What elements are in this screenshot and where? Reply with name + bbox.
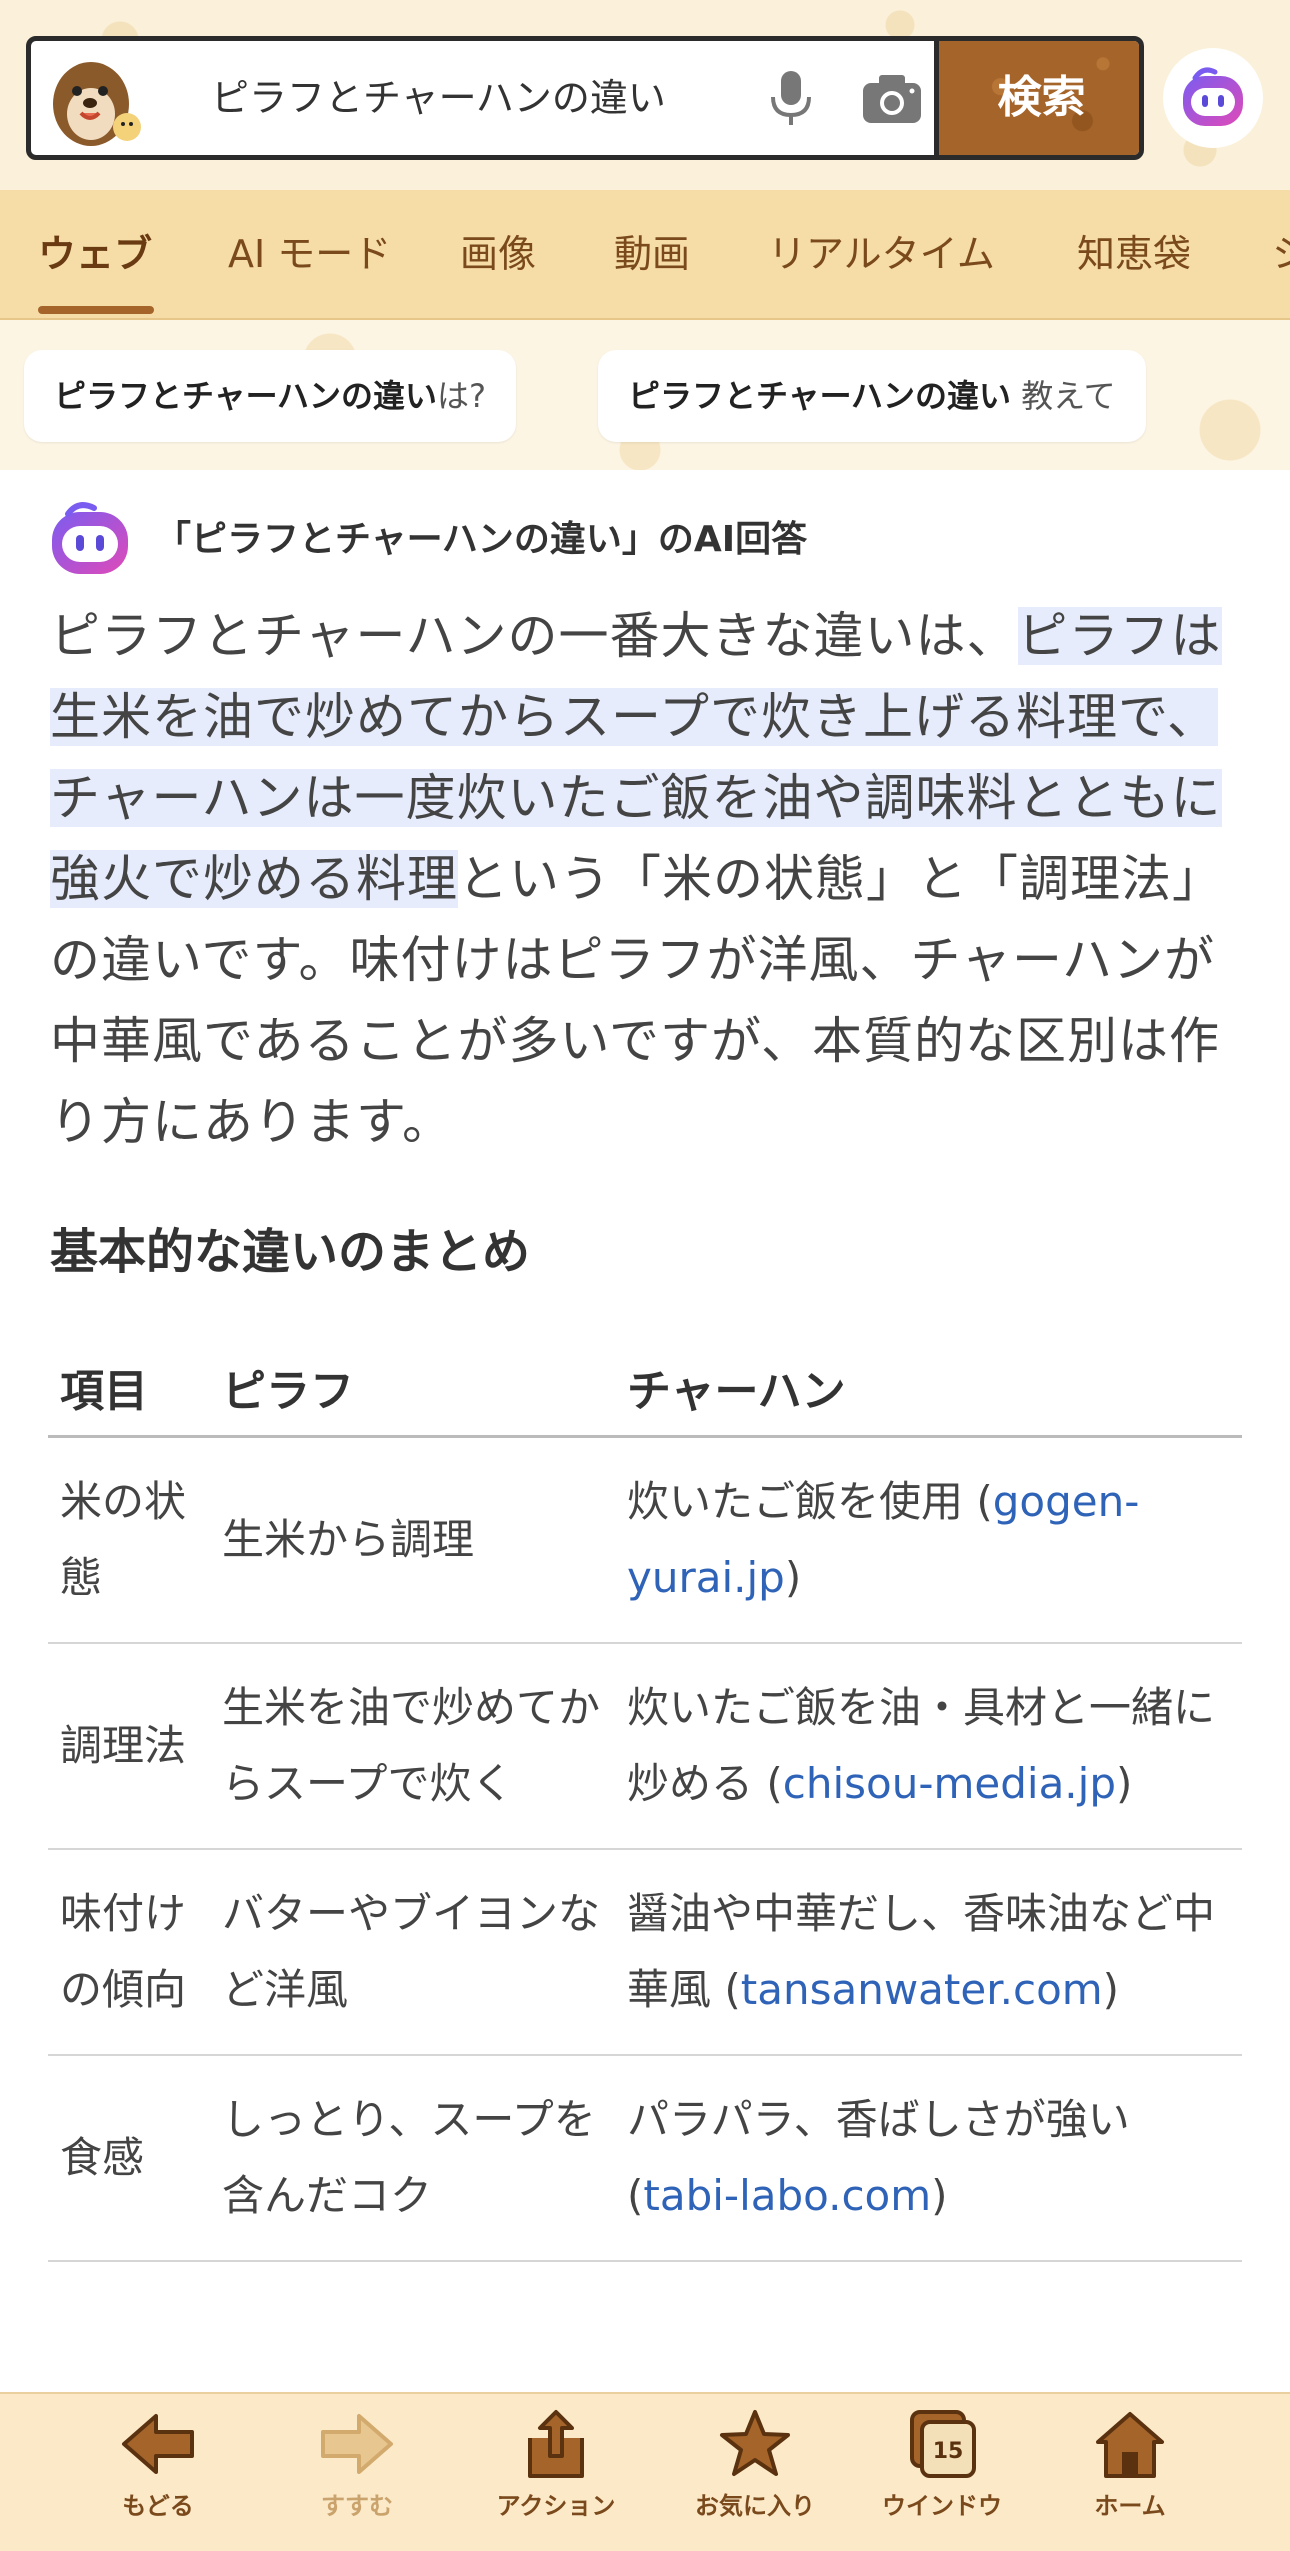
cell-close: )	[1102, 1964, 1120, 2014]
forward-label: すすむ	[321, 2492, 393, 2520]
star-icon	[720, 2410, 790, 2476]
row-item: 食感	[48, 2054, 210, 2262]
chip-query-text: ピラフとチャーハンの違い	[54, 377, 438, 415]
home-label: ホーム	[1094, 2492, 1166, 2520]
back-arrow-icon	[122, 2414, 194, 2474]
suggestion-chip[interactable]: ピラフとチャーハンの違い 教えて	[598, 350, 1146, 442]
tab-realtime[interactable]: リアルタイム	[768, 190, 995, 318]
tab-images[interactable]: 画像	[460, 190, 536, 318]
chip-query-text: ピラフとチャーハンの違い	[628, 377, 1012, 415]
favorites-label: お気に入り	[695, 2492, 815, 2520]
row-pilaf: 生米から調理	[210, 1436, 615, 1644]
row-fried-rice: 炊いたご飯を油・具材と一緒に炒める (chisou-media.jp)	[615, 1642, 1242, 1850]
forward-arrow-icon	[321, 2414, 393, 2474]
suggestion-chips: ピラフとチャーハンの違いは? ピラフとチャーハンの違い 教えて	[0, 320, 1290, 470]
cell-close: )	[1115, 1758, 1133, 1808]
summary-section-title: 基本的な違いのまとめ	[50, 1224, 531, 1280]
tab-more[interactable]: シ	[1272, 190, 1290, 318]
table-row: 調理法 生米を油で炒めてからスープで炊く 炊いたご飯を油・具材と一緒に炒める (…	[48, 1642, 1242, 1850]
window-button[interactable]: 15 ウインドウ	[872, 2408, 1012, 2538]
search-button[interactable]: 検索	[934, 41, 1139, 155]
action-label: アクション	[496, 2492, 616, 2520]
microphone-icon[interactable]	[766, 69, 816, 129]
row-pilaf: 生米を油で炒めてからスープで炊く	[210, 1642, 615, 1850]
forward-button[interactable]: すすむ	[287, 2408, 427, 2538]
row-item: 調理法	[48, 1642, 210, 1850]
back-button[interactable]: もどる	[88, 2408, 228, 2538]
search-input[interactable]: ピラフとチャーハンの違い	[211, 41, 666, 155]
cell-close: )	[784, 1552, 802, 1602]
back-label: もどる	[122, 2492, 194, 2520]
chip-suffix-text: 教えて	[1011, 377, 1116, 415]
tab-videos[interactable]: 動画	[614, 190, 690, 318]
source-link[interactable]: chisou-media.jp	[783, 1759, 1116, 1808]
camera-icon[interactable]	[861, 71, 923, 125]
row-fried-rice: 醤油や中華だし、香味油など中華風 (tansanwater.com)	[615, 1848, 1242, 2056]
chip-suffix-text: は?	[437, 377, 487, 415]
row-pilaf: バターやブイヨンなど洋風	[210, 1848, 615, 2056]
column-header-item: 項目	[48, 1340, 210, 1438]
bottom-toolbar: もどる すすむ アクション お気に入り 15 ウインドウ ホーム	[0, 2392, 1290, 2551]
column-header-fried-rice: チャーハン	[615, 1340, 1242, 1438]
table-row: 食感 しっとり、スープを含んだコク パラパラ、香ばしさが強い (tabi-lab…	[48, 2054, 1242, 2262]
favorites-button[interactable]: お気に入り	[685, 2408, 825, 2538]
ai-answer-header: 「ピラフとチャーハンの違い」のAI回答	[50, 502, 1250, 578]
search-tabs: ウェブ AI モード 画像 動画 リアルタイム 知恵袋 シ	[0, 190, 1290, 320]
otter-mascot-icon	[53, 62, 141, 146]
home-button[interactable]: ホーム	[1060, 2408, 1200, 2538]
row-fried-rice: パラパラ、香ばしさが強い (tabi-labo.com)	[615, 2054, 1242, 2262]
tab-chiebukuro[interactable]: 知恵袋	[1077, 190, 1191, 318]
cell-text: 炊いたご飯を使用 (	[627, 1476, 993, 1526]
home-icon	[1096, 2412, 1164, 2478]
table-header-row: 項目 ピラフ チャーハン	[48, 1340, 1242, 1438]
suggestion-chip[interactable]: ピラフとチャーハンの違いは?	[24, 350, 517, 442]
row-fried-rice: 炊いたご飯を使用 (gogen-yurai.jp)	[615, 1436, 1242, 1644]
column-header-pilaf: ピラフ	[210, 1340, 615, 1438]
share-icon	[528, 2410, 584, 2478]
ai-answer-title: 「ピラフとチャーハンの違い」のAI回答	[155, 519, 808, 560]
tab-ai-mode[interactable]: AI モード	[228, 190, 391, 318]
source-link[interactable]: tabi-labo.com	[643, 2171, 931, 2220]
search-bar[interactable]: ピラフとチャーハンの違い 検索	[26, 36, 1144, 160]
action-button[interactable]: アクション	[486, 2408, 626, 2538]
source-link[interactable]: tansanwater.com	[741, 1965, 1103, 2014]
ai-answer-text: ピラフとチャーハンの一番大きな違いは、ピラフは生米を油で炒めてからスープで炊き上…	[50, 596, 1245, 1163]
ai-robot-icon	[1183, 67, 1243, 126]
window-label: ウインドウ	[882, 2492, 1002, 2520]
active-tab-indicator	[38, 306, 154, 314]
ai-assistant-button[interactable]	[1163, 48, 1263, 148]
row-item: 米の状態	[48, 1436, 210, 1644]
tabs-window-icon: 15	[910, 2410, 976, 2478]
table-row: 米の状態 生米から調理 炊いたご飯を使用 (gogen-yurai.jp)	[48, 1436, 1242, 1644]
cell-close: )	[931, 2170, 948, 2220]
ai-robot-icon	[52, 502, 128, 574]
comparison-table: 項目 ピラフ チャーハン 米の状態 生米から調理 炊いたご飯を使用 (gogen…	[48, 1340, 1242, 2262]
row-pilaf: しっとり、スープを含んだコク	[210, 2054, 615, 2262]
window-count: 15	[933, 2439, 964, 2464]
table-row: 味付けの傾向 バターやブイヨンなど洋風 醤油や中華だし、香味油など中華風 (ta…	[48, 1848, 1242, 2056]
tab-web[interactable]: ウェブ	[38, 190, 152, 318]
answer-intro: ピラフとチャーハンの一番大きな違いは、	[50, 607, 1018, 665]
header: ピラフとチャーハンの違い 検索	[0, 0, 1290, 190]
row-item: 味付けの傾向	[48, 1848, 210, 2056]
